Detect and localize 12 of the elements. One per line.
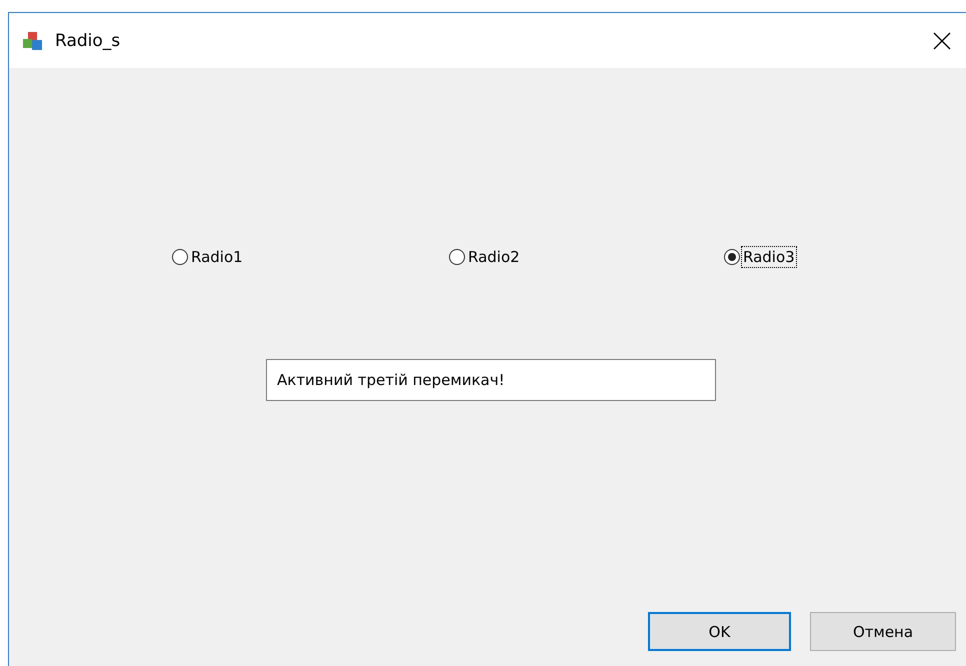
close-icon (933, 32, 951, 50)
cubes-icon (22, 30, 44, 50)
radio-button[interactable] (449, 249, 465, 265)
radio-label[interactable]: Radio3 (741, 246, 797, 268)
radio-button[interactable] (724, 249, 740, 265)
window-title: Radio_s (55, 30, 122, 50)
message-field[interactable]: Активний третій перемикач! (266, 359, 716, 401)
radio-label[interactable]: Radio1 (189, 246, 245, 268)
radio-label[interactable]: Radio2 (466, 246, 522, 268)
radio-button[interactable] (172, 249, 188, 265)
ok-button[interactable]: OK (648, 612, 791, 651)
cancel-button[interactable]: Отмена (810, 612, 956, 651)
